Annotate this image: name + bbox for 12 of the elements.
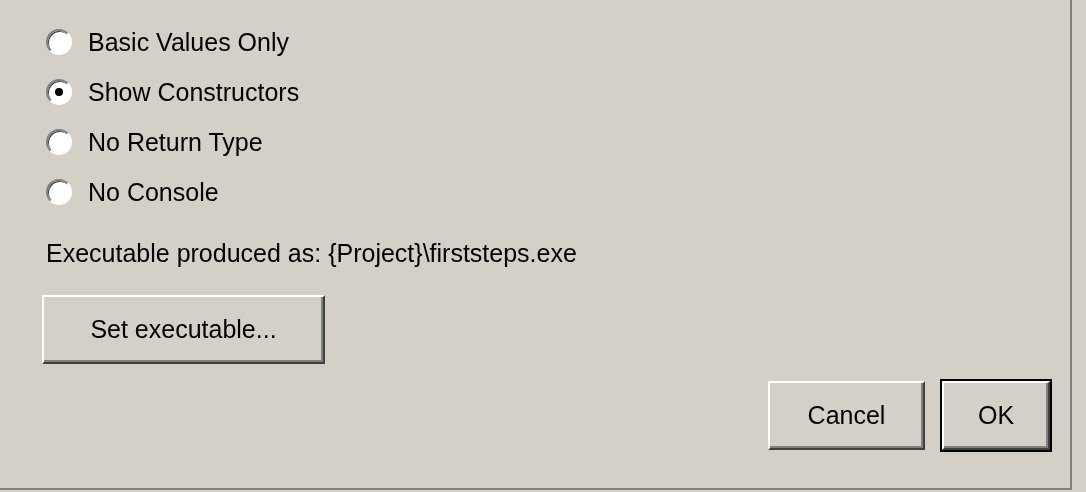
radio-label: Show Constructors xyxy=(88,77,300,107)
executable-info: Executable produced as: {Project}\firststeps.exe xyxy=(46,239,578,269)
set-executable-button[interactable]: Set executable... xyxy=(42,295,325,364)
radio-label: No Return Type xyxy=(88,127,263,157)
radio-button[interactable] xyxy=(46,29,72,55)
radio-button[interactable] xyxy=(46,129,72,155)
radio-label: No Console xyxy=(88,177,219,207)
radio-label: Basic Values Only xyxy=(88,27,289,57)
ok-button[interactable]: OK xyxy=(942,381,1050,450)
radio-button[interactable] xyxy=(46,179,72,205)
cancel-button[interactable]: Cancel xyxy=(768,381,925,450)
radio-button[interactable] xyxy=(46,79,72,105)
